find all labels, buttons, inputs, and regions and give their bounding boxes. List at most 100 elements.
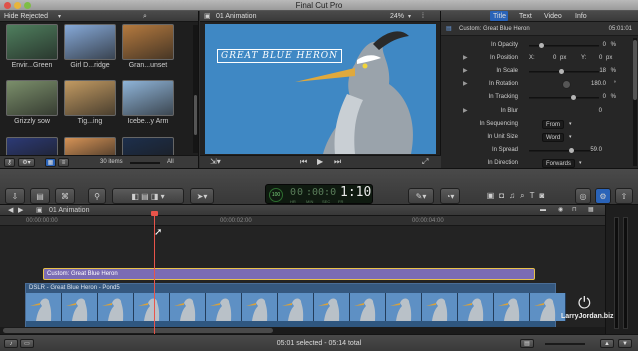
clip-thumbnail[interactable] bbox=[6, 80, 58, 116]
clip-thumbnail[interactable] bbox=[122, 24, 174, 60]
event-library-button[interactable]: ▤ bbox=[30, 188, 50, 204]
tab-title[interactable]: Title bbox=[493, 11, 506, 22]
position-y-value[interactable]: 0 bbox=[599, 52, 602, 65]
tab-text[interactable]: Text bbox=[519, 11, 532, 22]
import-button[interactable]: ⇩ bbox=[5, 188, 25, 204]
timecode-unit-label: FR bbox=[338, 199, 344, 204]
slider-knob[interactable] bbox=[569, 147, 574, 153]
filmstrip-view-button[interactable]: ▦ bbox=[45, 158, 56, 167]
clip-thumbnail[interactable] bbox=[64, 80, 116, 116]
retime-button[interactable]: ◔▾ bbox=[440, 188, 460, 204]
parameter-value[interactable]: 18 bbox=[599, 65, 606, 78]
position-x-value[interactable]: 0 bbox=[553, 52, 556, 65]
tab-info[interactable]: Info bbox=[575, 11, 587, 22]
parameter-label: In Opacity bbox=[490, 42, 518, 48]
media-browser-group[interactable]: ▣◘♫⌕T◙ bbox=[465, 188, 571, 204]
viewer-title: 01 Animation bbox=[216, 13, 257, 20]
inspector-toggle-button[interactable]: ⚙ bbox=[595, 188, 611, 204]
parameter-slider[interactable] bbox=[529, 149, 599, 152]
fullscreen-icon[interactable]: ⤢ bbox=[422, 158, 428, 166]
ruler-mark: 00:00:04:00 bbox=[412, 218, 444, 224]
snapping-icon[interactable]: ⊓ bbox=[572, 207, 577, 213]
parameter-popup[interactable]: Forwards bbox=[542, 158, 576, 168]
themes-button[interactable]: ◎ bbox=[575, 188, 591, 204]
list-view-button[interactable]: ≡ bbox=[58, 158, 69, 167]
title-clip[interactable]: Custom: Great Blue Heron bbox=[43, 268, 535, 280]
timecode-display[interactable]: 100 00 :00:0 1:10 HR MIN SEC FR bbox=[265, 184, 373, 204]
clip-height-icon[interactable]: ▤ bbox=[520, 339, 534, 348]
view-options-icon[interactable]: ⁞ bbox=[422, 13, 424, 20]
chevron-down-icon[interactable]: ▾ bbox=[58, 14, 61, 20]
timeline-header: ◀ ▶ ▣ 01 Animation ▬ ◉ ⊓ ▦ bbox=[0, 205, 605, 216]
browser-scrollbar[interactable] bbox=[193, 25, 198, 153]
disclosure-triangle-icon[interactable]: ▶ bbox=[463, 78, 468, 91]
timeline-ruler[interactable]: 00:00:00:00 00:00:02:00 00:00:04:00 bbox=[0, 216, 605, 226]
play-icon[interactable]: ▶ bbox=[317, 158, 323, 166]
clip-zoom-slider[interactable] bbox=[130, 162, 160, 164]
keyword-button[interactable]: ⌘ bbox=[55, 188, 75, 204]
parameter-value[interactable]: 0 bbox=[603, 39, 606, 52]
timeline-zoom-slider[interactable] bbox=[545, 343, 585, 345]
chevron-down-icon[interactable]: ▾ bbox=[569, 118, 572, 131]
parameter-popup[interactable]: Word bbox=[542, 132, 565, 142]
clip-thumbnail[interactable] bbox=[122, 80, 174, 116]
search-icon[interactable]: ⌕ bbox=[143, 13, 147, 20]
skimming-icon[interactable]: ▬ bbox=[540, 207, 546, 213]
inspector-scrollbar[interactable] bbox=[633, 38, 637, 166]
title-clip-icon: ▤ bbox=[446, 26, 452, 32]
zoom-in-icon[interactable]: ▲ bbox=[600, 339, 614, 348]
chevron-down-icon[interactable]: ▾ bbox=[408, 14, 411, 20]
parameter-value[interactable]: 0 bbox=[599, 105, 602, 118]
viewer-zoom[interactable]: 24% bbox=[390, 11, 404, 22]
clip-thumbnail[interactable] bbox=[64, 24, 116, 60]
tab-video[interactable]: Video bbox=[544, 11, 562, 22]
viewer-icon: ▣ bbox=[204, 13, 211, 20]
title-overlay[interactable]: Great Blue Heron bbox=[217, 49, 342, 63]
clip-thumbnail[interactable] bbox=[6, 24, 58, 60]
slider-knob[interactable] bbox=[571, 95, 576, 101]
action-menu-button[interactable]: ⚙▾ bbox=[18, 158, 35, 167]
enhancements-button[interactable]: ⚲ bbox=[88, 188, 106, 204]
enhance-menu-button[interactable]: ✎▾ bbox=[408, 188, 434, 204]
chevron-down-icon[interactable]: ▾ bbox=[569, 131, 572, 144]
parameter-value[interactable]: 0 bbox=[603, 91, 606, 104]
audio-icon[interactable]: ♪ bbox=[4, 339, 18, 348]
parameter-slider[interactable] bbox=[529, 71, 599, 74]
audio-skimming-icon[interactable]: ◉ bbox=[558, 207, 563, 213]
previous-frame-icon[interactable]: ⏮ bbox=[300, 158, 307, 166]
edit-buttons-group[interactable]: ◧ ▤ ◨ ▾ bbox=[112, 188, 184, 204]
parameter-label: In Sequencing bbox=[479, 120, 518, 127]
parameter-value[interactable]: 180.0 bbox=[591, 78, 606, 91]
share-button[interactable]: ⇧ bbox=[615, 188, 633, 204]
disclosure-triangle-icon[interactable]: ▶ bbox=[463, 105, 468, 118]
key-icon[interactable]: ⚷ bbox=[4, 158, 15, 167]
parameter-slider[interactable] bbox=[529, 97, 599, 100]
event-browser: Hide Rejected ▾ ⌕ Envir...Green Girl D...… bbox=[0, 11, 199, 168]
parameter-value[interactable]: 59.0 bbox=[590, 144, 602, 157]
slider-knob[interactable] bbox=[539, 43, 544, 48]
transform-icon[interactable]: ⇲▾ bbox=[210, 158, 221, 166]
hide-rejected-filter[interactable]: Hide Rejected bbox=[4, 13, 48, 20]
zoom-out-icon[interactable]: ▼ bbox=[618, 339, 632, 348]
video-frame: Great Blue Heron bbox=[205, 24, 436, 154]
disclosure-triangle-icon[interactable]: ▶ bbox=[463, 52, 468, 65]
parameter-label: In Blur bbox=[500, 107, 518, 114]
forward-arrow-icon[interactable]: ▶ bbox=[18, 207, 23, 214]
window-title: Final Cut Pro bbox=[295, 1, 343, 10]
select-tool-button[interactable]: ➤▾ bbox=[190, 188, 214, 204]
clip-label: Tig...ing bbox=[77, 118, 103, 125]
back-arrow-icon[interactable]: ◀ bbox=[8, 207, 13, 214]
slider-knob[interactable] bbox=[559, 69, 564, 75]
filmstrip-frame bbox=[386, 293, 422, 321]
filmstrip-frame bbox=[350, 293, 386, 321]
next-frame-icon[interactable]: ⏭ bbox=[334, 158, 341, 166]
clip-appearance-icon[interactable]: ▦ bbox=[588, 207, 594, 213]
video-clip[interactable]: DSLR - Great Blue Heron - Pond5 bbox=[25, 283, 566, 329]
parameter-label: In Tracking bbox=[488, 94, 518, 101]
parameter-popup[interactable]: From bbox=[542, 119, 564, 129]
rotation-dial[interactable] bbox=[562, 80, 571, 90]
show-video-icon[interactable]: ▭ bbox=[20, 339, 34, 348]
timeline-scrollbar[interactable] bbox=[0, 327, 605, 334]
timecode-value: 1:10 bbox=[340, 185, 372, 200]
disclosure-triangle-icon[interactable]: ▶ bbox=[463, 65, 468, 78]
